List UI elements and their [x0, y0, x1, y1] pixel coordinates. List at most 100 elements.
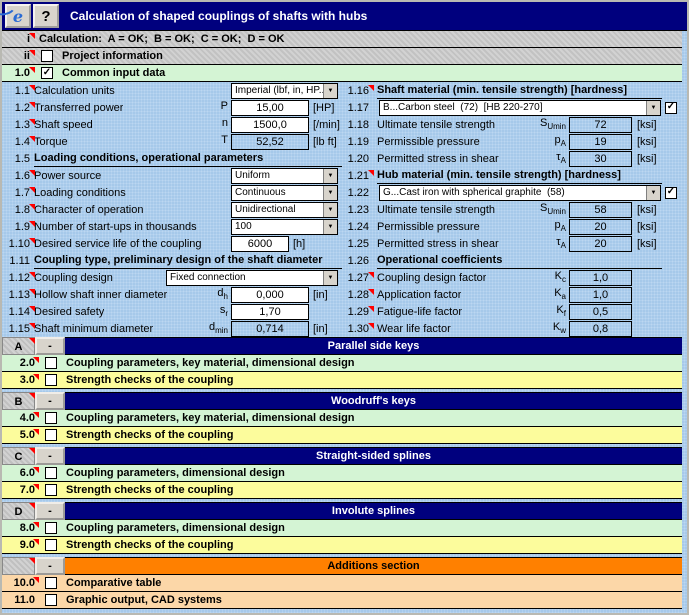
comment-marker-icon	[368, 170, 374, 176]
shaft-material-checkbox[interactable]: ✓	[665, 102, 677, 114]
power-source-select[interactable]: Uniform ▼	[231, 168, 338, 184]
row-label: Strength checks of the coupling	[66, 374, 233, 386]
hub-material-checkbox[interactable]: ✓	[665, 187, 677, 199]
symbol: sr	[220, 304, 231, 318]
comment-marker-icon	[33, 467, 39, 473]
project-information-checkbox[interactable]	[41, 50, 53, 62]
symbol: SUmin	[540, 202, 569, 216]
section-5-checkbox[interactable]	[45, 429, 57, 441]
section-a-title: Parallel side keys	[65, 337, 682, 355]
loading-conditions-select[interactable]: Continuous ▼	[231, 185, 338, 201]
character-of-operation-select[interactable]: Unidirectional ▼	[231, 202, 338, 218]
row-1-1-calculation-units: 1.1 Calculation units Imperial (lbf, in,…	[2, 82, 343, 99]
row-label: Coupling design	[34, 272, 166, 284]
dropdown-arrow-icon[interactable]: ▼	[323, 186, 337, 200]
help-button[interactable]: ?	[33, 4, 59, 28]
collapse-section-c-button[interactable]: -	[35, 447, 65, 465]
additions-section-header-row: - Additions section	[2, 557, 682, 575]
dropdown-arrow-icon[interactable]: ▼	[646, 101, 660, 115]
coupling-design-select[interactable]: Fixed connection ▼	[166, 270, 338, 286]
row-label: Application factor	[377, 289, 461, 301]
section-letter-d: D	[2, 502, 35, 520]
hollow-shaft-diameter-input[interactable]: 0,000	[231, 287, 309, 303]
row-1-0-common-input: 1.0 ✓ Common input data	[2, 65, 682, 82]
section-b-title: Woodruff's keys	[65, 392, 682, 410]
row-5-0: 5.0 Strength checks of the coupling	[2, 427, 682, 444]
shaft-material-select[interactable]: B...Carbon steel (72) [HB 220-270] ▼	[379, 100, 661, 116]
common-input-checkbox[interactable]: ✓	[41, 67, 53, 79]
desired-safety-input[interactable]: 1,70	[231, 304, 309, 320]
unit-label: [/min]	[309, 119, 343, 131]
collapse-additions-button[interactable]: -	[35, 557, 65, 575]
row-number: 1.14	[2, 306, 34, 318]
row-number: 1.24	[343, 221, 373, 233]
row-1-16-shaft-material-header: 1.16 Shaft material (min. tensile streng…	[343, 82, 682, 99]
dropdown-arrow-icon[interactable]: ▼	[323, 271, 337, 285]
section-6-checkbox[interactable]	[45, 467, 57, 479]
shaft-speed-input[interactable]: 1500,0	[231, 117, 309, 133]
row-number: 1.28	[343, 289, 373, 301]
row-1-2-transferred-power: 1.2 Transferred power P 15,00 [HP]	[2, 99, 343, 116]
row-number: 9.0	[2, 539, 38, 551]
row-number: 1.22	[343, 187, 373, 199]
row-label: Power source	[34, 170, 101, 182]
row-1-10-service-life: 1.10 Desired service life of the couplin…	[2, 235, 343, 252]
comment-marker-icon	[368, 85, 374, 91]
graphic-output-checkbox[interactable]	[45, 594, 57, 606]
row-number: 1.19	[343, 136, 373, 148]
row-label: Shaft minimum diameter	[34, 323, 153, 335]
section-9-checkbox[interactable]	[45, 539, 57, 551]
comment-marker-icon	[29, 50, 35, 56]
row-1-18-shaft-tensile-strength: 1.18 Ultimate tensile strength SUmin 72 …	[343, 116, 682, 133]
startups-select[interactable]: 100 ▼	[231, 219, 338, 235]
comment-marker-icon	[33, 484, 39, 490]
transferred-power-input[interactable]: 15,00	[231, 100, 309, 116]
row-number: 10.0	[2, 577, 38, 589]
row-number: 1.8	[2, 204, 34, 216]
symbol: P	[221, 100, 231, 114]
row-9-0: 9.0 Strength checks of the coupling	[2, 537, 682, 554]
shaft-shear-stress-value: 30	[569, 151, 632, 167]
hub-material-select[interactable]: G...Cast iron with spherical graphite (5…	[379, 185, 661, 201]
dropdown-arrow-icon[interactable]: ▼	[323, 203, 337, 217]
dropdown-arrow-icon[interactable]: ▼	[323, 169, 337, 183]
section-a-header-row: A - Parallel side keys	[2, 337, 682, 355]
torque-value: 52,52	[231, 134, 309, 150]
comment-marker-icon	[368, 272, 374, 278]
symbol: τA	[556, 236, 569, 250]
symbol: Kw	[553, 321, 569, 335]
service-life-input[interactable]: 6000	[231, 236, 289, 252]
section-8-checkbox[interactable]	[45, 522, 57, 534]
row-1-13-hollow-shaft-diameter: 1.13 Hollow shaft inner diameter dh 0,00…	[2, 286, 343, 303]
fatigue-life-factor-value: 0,5	[569, 304, 632, 320]
row-1-11-coupling-type-header: 1.11 Coupling type, preliminary design o…	[2, 252, 343, 269]
collapse-section-b-button[interactable]: -	[35, 392, 65, 410]
symbol: T	[221, 134, 231, 148]
dropdown-arrow-icon[interactable]: ▼	[323, 84, 337, 98]
collapse-section-d-button[interactable]: -	[35, 502, 65, 520]
section-3-checkbox[interactable]	[45, 374, 57, 386]
row-1-15-shaft-min-diameter: 1.15 Shaft minimum diameter dmin 0,714 […	[2, 320, 343, 337]
row-1-28-application-factor: 1.28 Application factor Ka 1,0	[343, 286, 682, 303]
section-4-checkbox[interactable]	[45, 412, 57, 424]
dropdown-arrow-icon[interactable]: ▼	[323, 220, 337, 234]
browser-button[interactable]: e	[5, 4, 31, 28]
comment-marker-icon	[29, 136, 35, 142]
section-2-checkbox[interactable]	[45, 357, 57, 369]
dropdown-arrow-icon[interactable]: ▼	[646, 186, 660, 200]
unit-label: [ksi]	[632, 136, 682, 148]
collapse-section-a-button[interactable]: -	[35, 337, 65, 355]
row-number: 1.15	[2, 323, 34, 335]
row-number: 1.27	[343, 272, 373, 284]
comparative-table-checkbox[interactable]	[45, 577, 57, 589]
comment-marker-icon	[29, 393, 35, 399]
row-number: ii	[2, 50, 34, 62]
row-number: 1.2	[2, 102, 34, 114]
shaft-min-diameter-value: 0,714	[231, 321, 309, 337]
calculation-units-select[interactable]: Imperial (lbf, in, HP... ▼	[231, 83, 338, 99]
symbol: dh	[217, 287, 231, 301]
comment-marker-icon	[29, 204, 35, 210]
section-7-checkbox[interactable]	[45, 484, 57, 496]
comment-marker-icon	[29, 503, 35, 509]
row-number: 5.0	[2, 429, 38, 441]
